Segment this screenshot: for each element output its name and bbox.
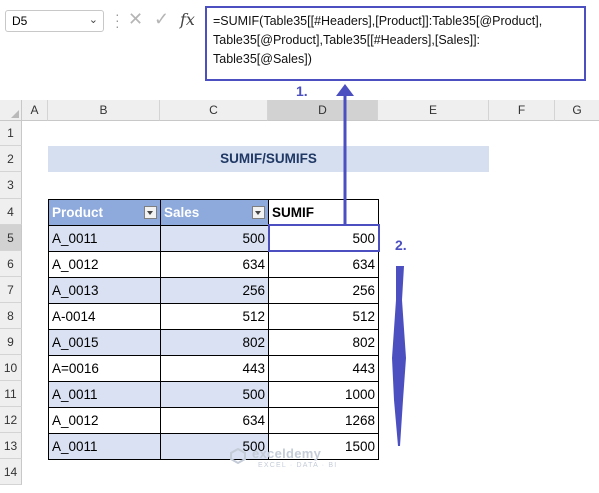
table-row: A_0011 500 1000 bbox=[48, 381, 379, 408]
filter-dropdown-icon[interactable] bbox=[252, 206, 265, 219]
callout-2: 2. bbox=[395, 237, 407, 253]
column-header-d[interactable]: D bbox=[268, 100, 378, 121]
product-cell[interactable]: A-0014 bbox=[48, 303, 161, 330]
product-cell[interactable]: A_0012 bbox=[48, 407, 161, 434]
column-header-g[interactable]: G bbox=[555, 100, 599, 121]
callout-1: 1. bbox=[296, 83, 308, 99]
row-header-5[interactable]: 5 bbox=[0, 225, 22, 251]
filter-dropdown-icon[interactable] bbox=[144, 206, 157, 219]
table-row: A_0015 802 802 bbox=[48, 329, 379, 356]
table-header-row: Product Sales SUMIF bbox=[48, 199, 379, 226]
row-header-14[interactable]: 14 bbox=[0, 459, 22, 485]
sales-cell[interactable]: 512 bbox=[160, 303, 269, 330]
row-header-12[interactable]: 12 bbox=[0, 407, 22, 433]
name-box[interactable]: D5 ⌄ bbox=[5, 10, 104, 32]
product-cell[interactable]: A_0013 bbox=[48, 277, 161, 304]
sumif-cell[interactable]: 500 bbox=[268, 225, 379, 252]
product-cell[interactable]: A_0011 bbox=[48, 225, 161, 252]
sumif-cell[interactable]: 634 bbox=[268, 251, 379, 278]
table-row: A_0012 634 1268 bbox=[48, 407, 379, 434]
header-label: Product bbox=[52, 205, 104, 220]
sales-cell[interactable]: 634 bbox=[160, 251, 269, 278]
select-all-icon bbox=[11, 110, 19, 118]
header-cell-product[interactable]: Product bbox=[48, 199, 161, 226]
sales-cell[interactable]: 256 bbox=[160, 277, 269, 304]
product-cell[interactable]: A_0015 bbox=[48, 329, 161, 356]
insert-function-icon[interactable]: fx bbox=[180, 10, 195, 29]
product-cell[interactable]: A_0011 bbox=[48, 381, 161, 408]
row-header-4[interactable]: 4 bbox=[0, 199, 22, 225]
sales-cell[interactable]: 500 bbox=[160, 381, 269, 408]
formula-line: Table35[@Product],Table35[[#Headers],[Sa… bbox=[213, 33, 481, 47]
formula-input[interactable]: =SUMIF(Table35[[#Headers],[Product]]:Tab… bbox=[205, 6, 586, 81]
sumif-cell[interactable]: 1268 bbox=[268, 407, 379, 434]
row-header-6[interactable]: 6 bbox=[0, 251, 22, 277]
product-cell[interactable]: A_0011 bbox=[48, 433, 161, 460]
row-header-9[interactable]: 9 bbox=[0, 329, 22, 355]
sumif-cell[interactable]: 443 bbox=[268, 355, 379, 382]
data-table: Product Sales SUMIF A_0011 500 500 A_001… bbox=[48, 199, 379, 460]
select-all-corner[interactable] bbox=[0, 100, 22, 121]
vertical-dots-icon: · · · bbox=[115, 6, 120, 34]
column-header-b[interactable]: B bbox=[48, 100, 160, 121]
row-header-7[interactable]: 7 bbox=[0, 277, 22, 303]
enter-check-icon[interactable]: ✓ bbox=[154, 9, 176, 30]
row-header-1[interactable]: 1 bbox=[0, 121, 22, 146]
sumif-cell[interactable]: 802 bbox=[268, 329, 379, 356]
sales-cell[interactable]: 802 bbox=[160, 329, 269, 356]
row-header-11[interactable]: 11 bbox=[0, 381, 22, 407]
watermark-name: exceldemy bbox=[252, 446, 322, 461]
formula-line: =SUMIF(Table35[[#Headers],[Product]]:Tab… bbox=[213, 14, 543, 28]
sumif-cell[interactable]: 1000 bbox=[268, 381, 379, 408]
row-header-3[interactable]: 3 bbox=[0, 172, 22, 199]
column-header-c[interactable]: C bbox=[160, 100, 268, 121]
column-header-f[interactable]: F bbox=[489, 100, 555, 121]
sumif-cell[interactable]: 256 bbox=[268, 277, 379, 304]
cancel-icon[interactable]: ✕ bbox=[128, 9, 150, 30]
table-row: A_0011 500 500 bbox=[48, 225, 379, 252]
sheet-title[interactable]: SUMIF/SUMIFS bbox=[48, 146, 489, 172]
header-cell-sumif[interactable]: SUMIF bbox=[268, 199, 379, 226]
exceldemy-logo-icon bbox=[230, 448, 246, 464]
sales-cell[interactable]: 634 bbox=[160, 407, 269, 434]
sales-cell[interactable]: 500 bbox=[160, 225, 269, 252]
fill-down-arrow-icon bbox=[392, 266, 406, 446]
formula-line: Table35[@Sales]) bbox=[213, 52, 312, 66]
column-header-a[interactable]: A bbox=[22, 100, 48, 121]
table-row: A_0013 256 256 bbox=[48, 277, 379, 304]
sumif-cell[interactable]: 512 bbox=[268, 303, 379, 330]
name-box-value: D5 bbox=[12, 14, 28, 28]
sales-cell[interactable]: 443 bbox=[160, 355, 269, 382]
column-header-e[interactable]: E bbox=[378, 100, 489, 121]
table-row: A_0011 500 1500 bbox=[48, 433, 379, 460]
header-cell-sales[interactable]: Sales bbox=[160, 199, 269, 226]
table-row: A_0012 634 634 bbox=[48, 251, 379, 278]
row-header-2[interactable]: 2 bbox=[0, 146, 22, 172]
product-cell[interactable]: A=0016 bbox=[48, 355, 161, 382]
row-header-8[interactable]: 8 bbox=[0, 303, 22, 329]
product-cell[interactable]: A_0012 bbox=[48, 251, 161, 278]
header-label: Sales bbox=[164, 205, 200, 220]
table-row: A=0016 443 443 bbox=[48, 355, 379, 382]
table-row: A-0014 512 512 bbox=[48, 303, 379, 330]
row-header-10[interactable]: 10 bbox=[0, 355, 22, 381]
chevron-down-icon[interactable]: ⌄ bbox=[89, 13, 98, 26]
watermark-tagline: EXCEL · DATA · BI bbox=[258, 462, 338, 469]
row-header-13[interactable]: 13 bbox=[0, 433, 22, 459]
